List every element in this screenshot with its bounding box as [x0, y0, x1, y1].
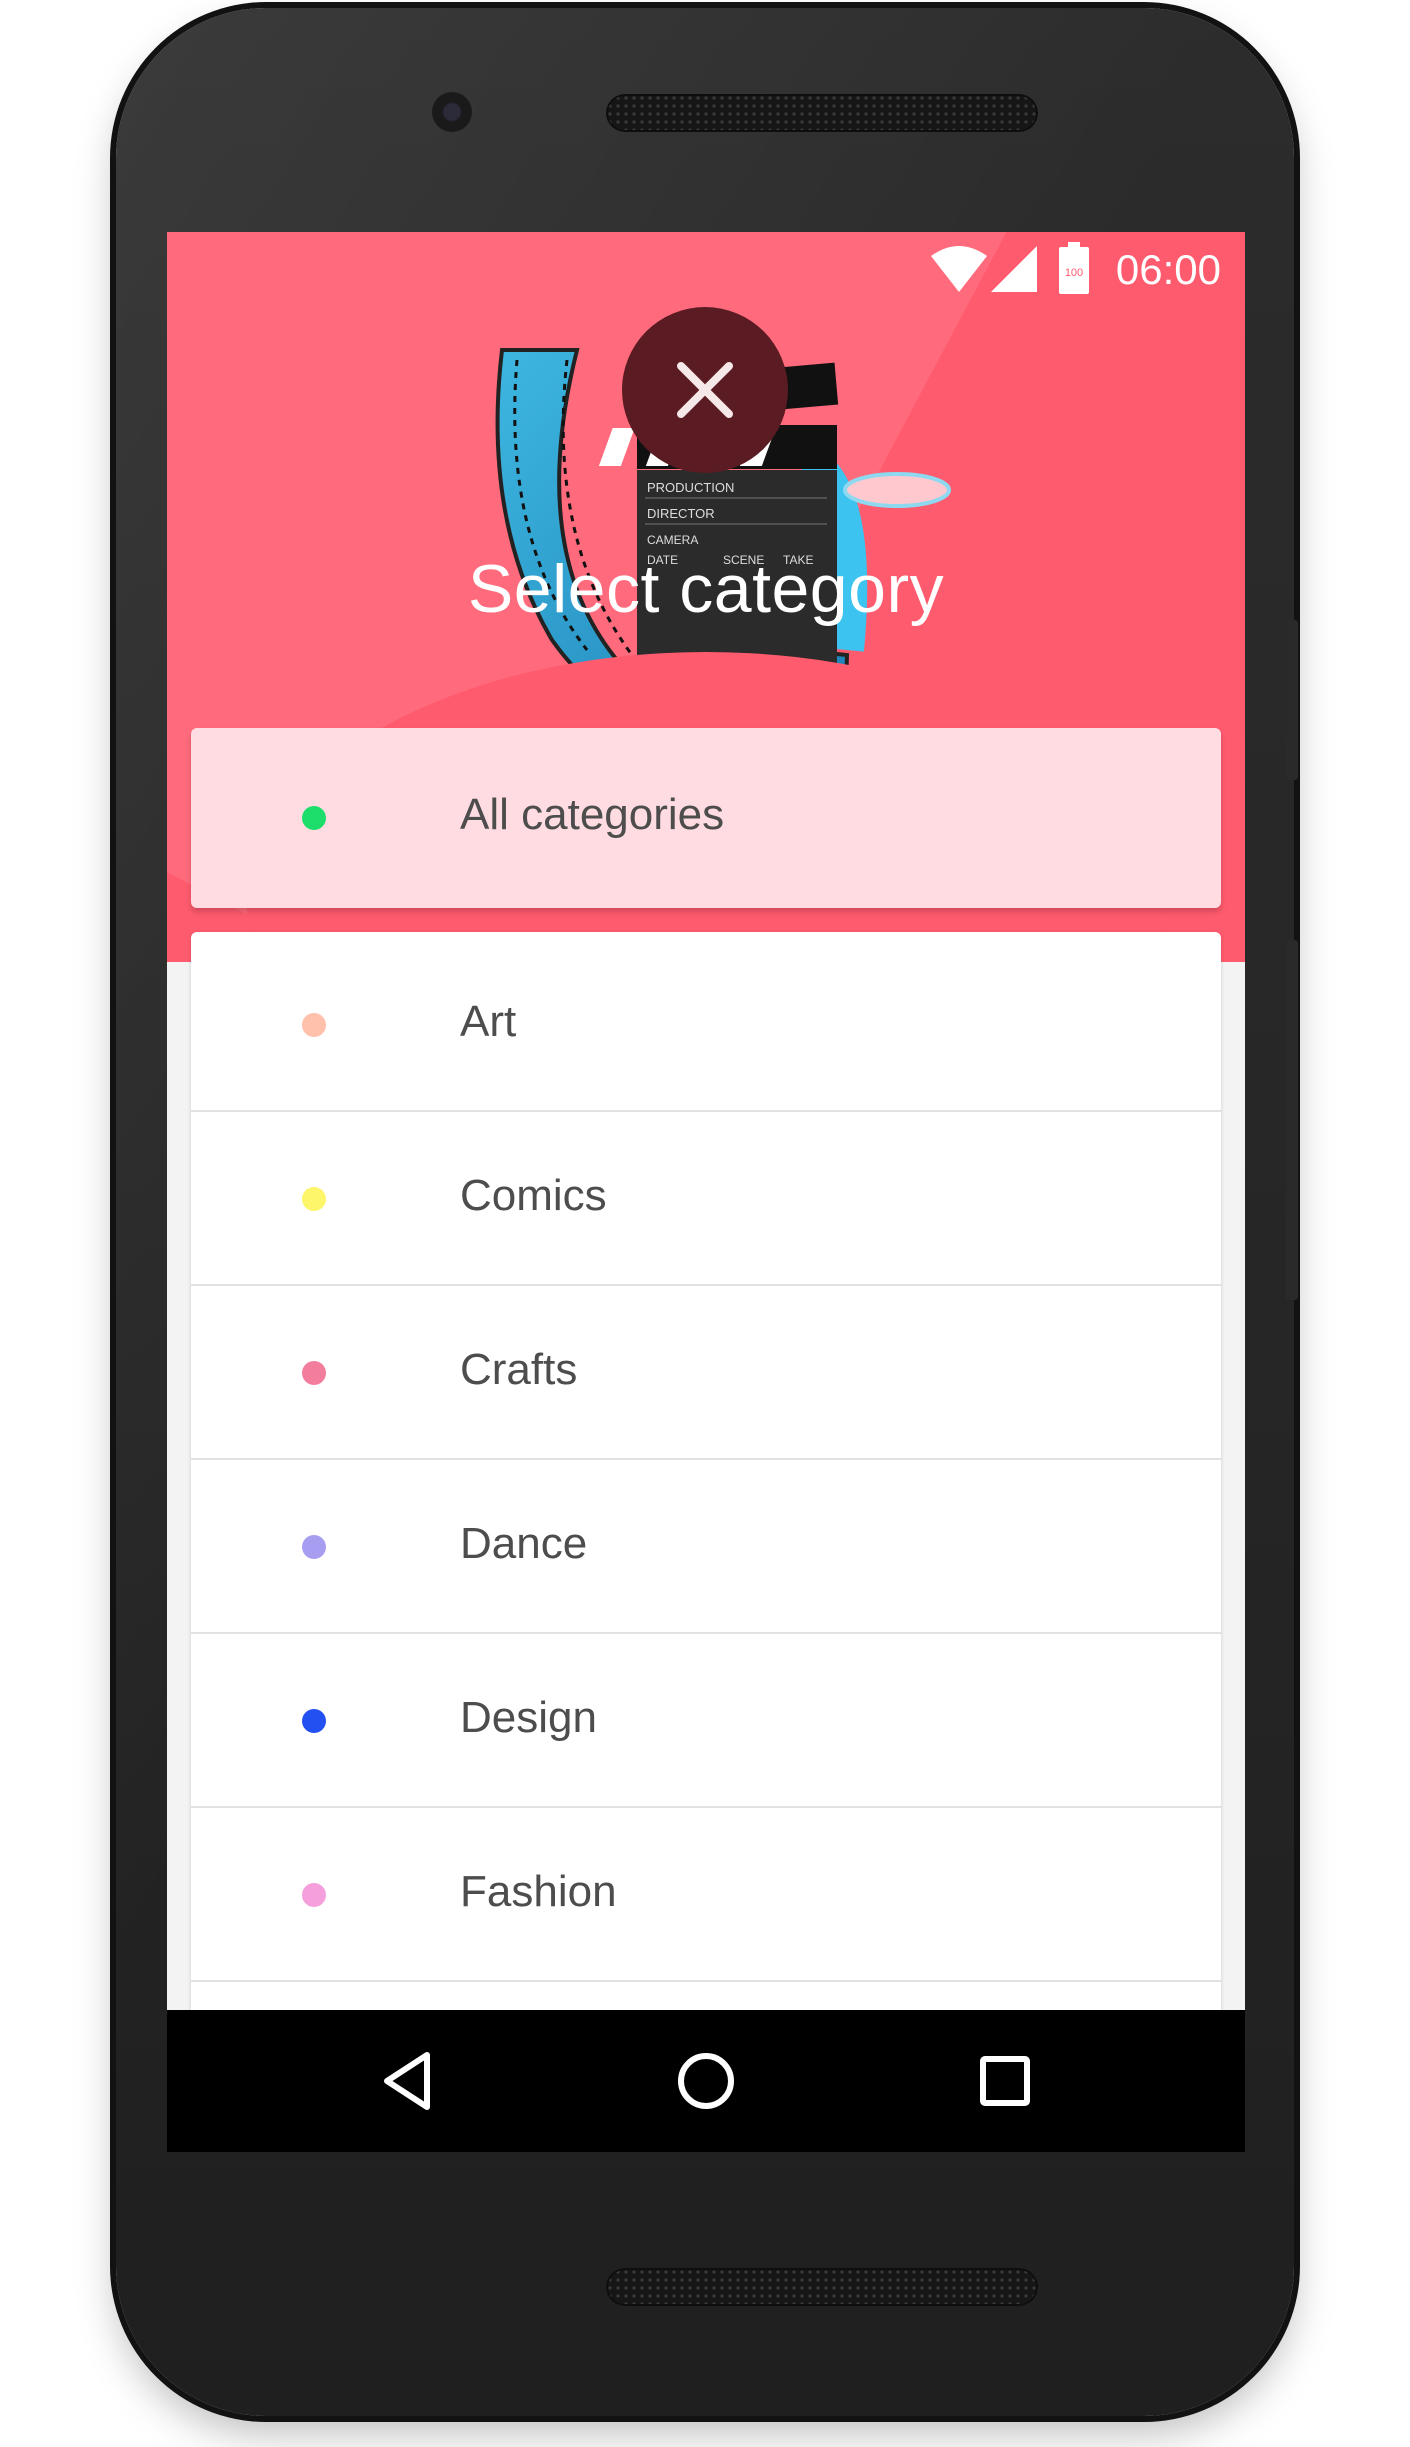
category-dot — [302, 1361, 326, 1385]
wifi-icon — [931, 246, 987, 292]
volume-button — [1286, 940, 1298, 1300]
navigation-bar — [167, 2010, 1245, 2152]
category-label: Art — [460, 997, 517, 1046]
close-button[interactable] — [622, 307, 788, 473]
svg-text:CAMERA: CAMERA — [647, 533, 698, 547]
category-item-dance[interactable]: Dance — [191, 1460, 1221, 1634]
screen: 100 06:00 PRODUCTION DIRECTOR CAMERA DAT… — [167, 232, 1245, 2152]
svg-text:PRODUCTION: PRODUCTION — [647, 480, 734, 495]
back-icon — [384, 2052, 430, 2110]
category-label: Design — [460, 1693, 597, 1742]
cell-signal-icon — [991, 246, 1037, 292]
category-dot — [302, 1187, 326, 1211]
bottom-speaker — [606, 2268, 1038, 2306]
category-label: Crafts — [460, 1345, 578, 1394]
svg-text:100: 100 — [1065, 267, 1083, 279]
category-item-all[interactable]: All categories — [191, 728, 1221, 908]
category-label: Dance — [460, 1519, 588, 1568]
category-label: All categories — [460, 790, 725, 839]
category-dot — [302, 1883, 326, 1907]
category-item-art[interactable]: Art — [191, 938, 1221, 1112]
home-button[interactable] — [666, 2041, 746, 2121]
status-bar: 100 06:00 — [167, 232, 1245, 312]
recents-icon — [980, 2056, 1030, 2106]
category-dot — [302, 1013, 326, 1037]
close-icon — [677, 362, 733, 418]
category-item-crafts[interactable]: Crafts — [191, 1286, 1221, 1460]
category-label: Comics — [460, 1171, 607, 1220]
power-button — [1286, 620, 1298, 780]
category-dot — [302, 806, 326, 830]
category-item-design[interactable]: Design — [191, 1634, 1221, 1808]
category-dot — [302, 1535, 326, 1559]
status-time: 06:00 — [1115, 246, 1221, 293]
recents-button[interactable] — [965, 2041, 1045, 2121]
category-dot — [302, 1709, 326, 1733]
category-item-fashion[interactable]: Fashion — [191, 1808, 1221, 1982]
back-button[interactable] — [367, 2041, 447, 2121]
svg-text:DIRECTOR: DIRECTOR — [647, 506, 715, 521]
film-reel — [843, 472, 951, 508]
page-title: Select category — [467, 551, 945, 627]
top-speaker — [606, 94, 1038, 132]
battery-icon: 100 — [1059, 242, 1089, 294]
category-item-comics[interactable]: Comics — [191, 1112, 1221, 1286]
front-camera — [432, 92, 472, 132]
category-label: Fashion — [460, 1867, 617, 1916]
home-icon — [678, 2053, 734, 2109]
